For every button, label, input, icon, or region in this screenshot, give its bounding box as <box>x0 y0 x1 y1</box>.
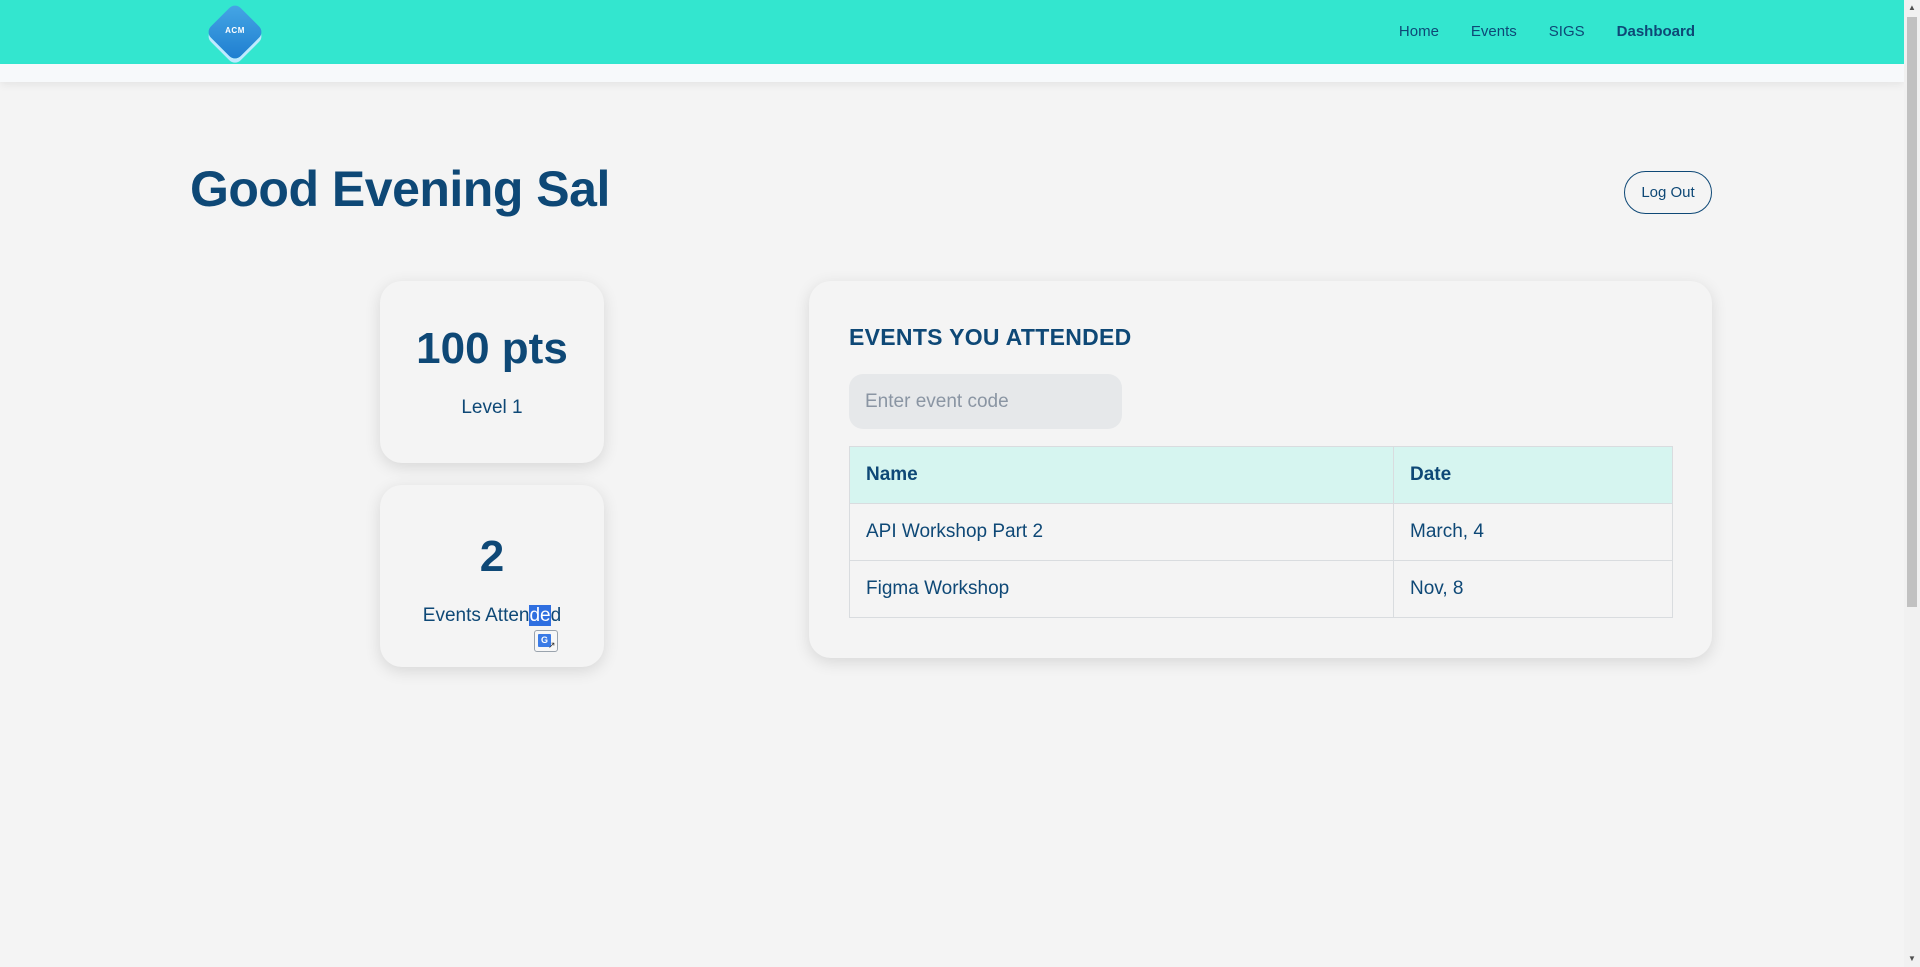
event-date-cell: March, 4 <box>1393 503 1673 561</box>
event-date-cell: Nov, 8 <box>1393 560 1673 618</box>
column-header-name: Name <box>849 446 1394 504</box>
events-panel-title: EVENTS YOU ATTENDED <box>849 324 1132 350</box>
translate-arrow-glyph: ↗ <box>548 640 556 650</box>
event-name-cell: Figma Workshop <box>849 560 1394 618</box>
navbar-shadow <box>0 64 1904 82</box>
logout-button[interactable]: Log Out <box>1624 171 1712 214</box>
table-row: API Workshop Part 2 March, 4 <box>849 503 1673 561</box>
nav-events-link[interactable]: Events <box>1471 23 1517 40</box>
level-label: Level 1 <box>461 397 523 418</box>
page-title: Good Evening Sal <box>190 161 610 217</box>
scroll-down-arrow-icon[interactable]: ▼ <box>1904 951 1920 967</box>
main-nav: Home Events SIGS Dashboard <box>1399 0 1695 62</box>
nav-home-link[interactable]: Home <box>1399 23 1439 40</box>
scroll-up-arrow-icon[interactable]: ▲ <box>1904 0 1920 16</box>
selected-text: de <box>529 605 551 626</box>
nav-dashboard-link[interactable]: Dashboard <box>1617 23 1695 40</box>
column-header-date: Date <box>1393 446 1673 504</box>
scrollbar-thumb[interactable] <box>1907 17 1917 607</box>
logo-text: ACM <box>225 26 245 35</box>
events-label-part1: Events Atten <box>422 605 530 626</box>
event-name-cell: API Workshop Part 2 <box>849 503 1394 561</box>
events-panel: EVENTS YOU ATTENDED Name Date API Worksh… <box>809 281 1712 658</box>
events-label-part2: d <box>550 605 562 626</box>
vertical-scrollbar[interactable]: ▲ ▼ <box>1904 0 1920 967</box>
table-row: Figma Workshop Nov, 8 <box>849 560 1673 618</box>
events-table: Name Date API Workshop Part 2 March, 4 F… <box>849 446 1673 618</box>
events-count-value: 2 <box>479 532 505 581</box>
events-count-card: 2 Events Attended <box>380 485 604 667</box>
nav-sigs-link[interactable]: SIGS <box>1549 23 1585 40</box>
event-code-input[interactable] <box>849 374 1122 429</box>
events-attended-label: Events Attended <box>380 605 604 627</box>
points-card: 100 pts Level 1 <box>380 281 604 463</box>
table-header-row: Name Date <box>849 446 1673 504</box>
top-navbar: ACM Home Events SIGS Dashboard <box>0 0 1904 64</box>
google-translate-icon[interactable]: G ↗ <box>534 630 558 652</box>
points-value: 100 pts <box>416 324 568 373</box>
